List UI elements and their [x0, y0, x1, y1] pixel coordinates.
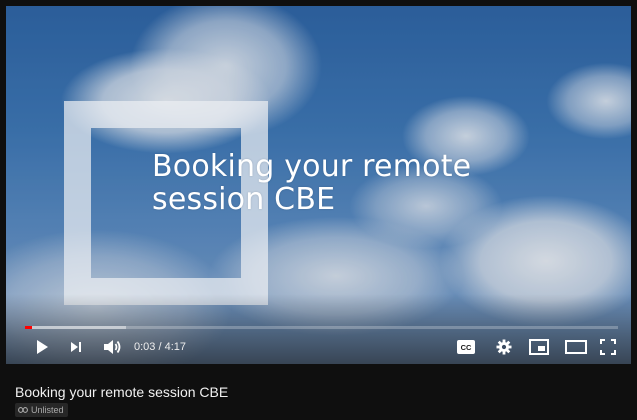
page: Booking your remote session CBE 0:03 / 4…	[0, 0, 637, 420]
cc-icon: CC	[457, 340, 475, 354]
settings-button[interactable]	[493, 337, 515, 357]
theater-mode-icon	[565, 340, 587, 354]
volume-icon	[104, 340, 121, 354]
gear-icon	[496, 339, 512, 355]
play-button[interactable]	[33, 337, 51, 357]
miniplayer-icon	[529, 339, 549, 355]
time-display: 0:03 / 4:17	[134, 341, 186, 353]
mute-button[interactable]	[101, 337, 123, 357]
fullscreen-button[interactable]	[597, 337, 619, 357]
fullscreen-icon	[600, 339, 616, 355]
visibility-label: Unlisted	[31, 405, 64, 415]
play-icon	[37, 340, 48, 354]
visibility-badge: Unlisted	[15, 403, 68, 417]
svg-text:CC: CC	[461, 343, 472, 352]
progress-played	[25, 326, 33, 329]
video-info: Booking your remote session CBE	[15, 384, 228, 401]
progress-buffered	[25, 326, 126, 329]
video-overlay-title: Booking your remote session CBE	[152, 149, 472, 217]
video-title: Booking your remote session CBE	[15, 384, 229, 400]
next-icon	[71, 342, 81, 352]
progress-bar[interactable]	[25, 326, 618, 329]
next-button[interactable]	[67, 337, 85, 357]
miniplayer-button[interactable]	[527, 337, 551, 357]
link-icon	[18, 407, 28, 413]
subtitles-button[interactable]: CC	[455, 337, 477, 357]
video-player[interactable]: Booking your remote session CBE 0:03 / 4…	[6, 6, 631, 364]
theater-mode-button[interactable]	[563, 337, 589, 357]
